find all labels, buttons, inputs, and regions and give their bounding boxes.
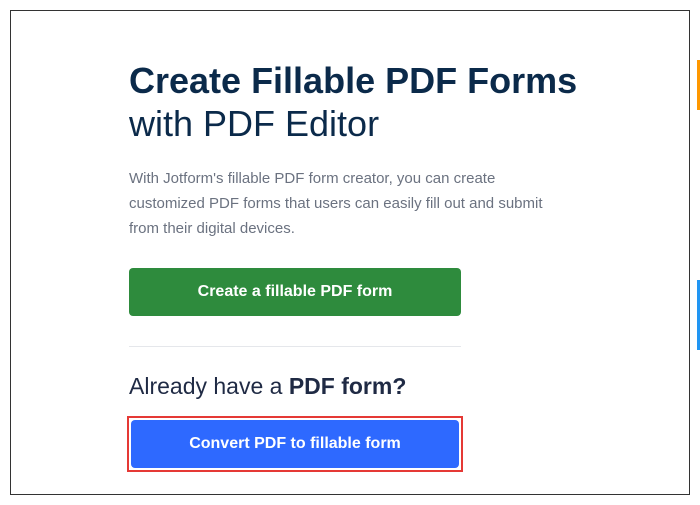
divider xyxy=(129,346,461,347)
create-fillable-pdf-button[interactable]: Create a fillable PDF form xyxy=(129,268,461,316)
convert-pdf-button[interactable]: Convert PDF to fillable form xyxy=(131,420,459,468)
title-subtitle: with PDF Editor xyxy=(129,103,379,144)
content-frame: Create Fillable PDF Forms with PDF Edito… xyxy=(10,10,690,495)
description-text: With Jotform's fillable PDF form creator… xyxy=(129,167,549,241)
page-title: Create Fillable PDF Forms with PDF Edito… xyxy=(129,59,599,145)
subheading-bold: PDF form? xyxy=(289,373,407,399)
subheading: Already have a PDF form? xyxy=(129,373,599,400)
title-bold: Create Fillable PDF Forms xyxy=(129,60,577,101)
highlight-annotation: Convert PDF to fillable form xyxy=(127,416,463,472)
subheading-prefix: Already have a xyxy=(129,373,289,399)
